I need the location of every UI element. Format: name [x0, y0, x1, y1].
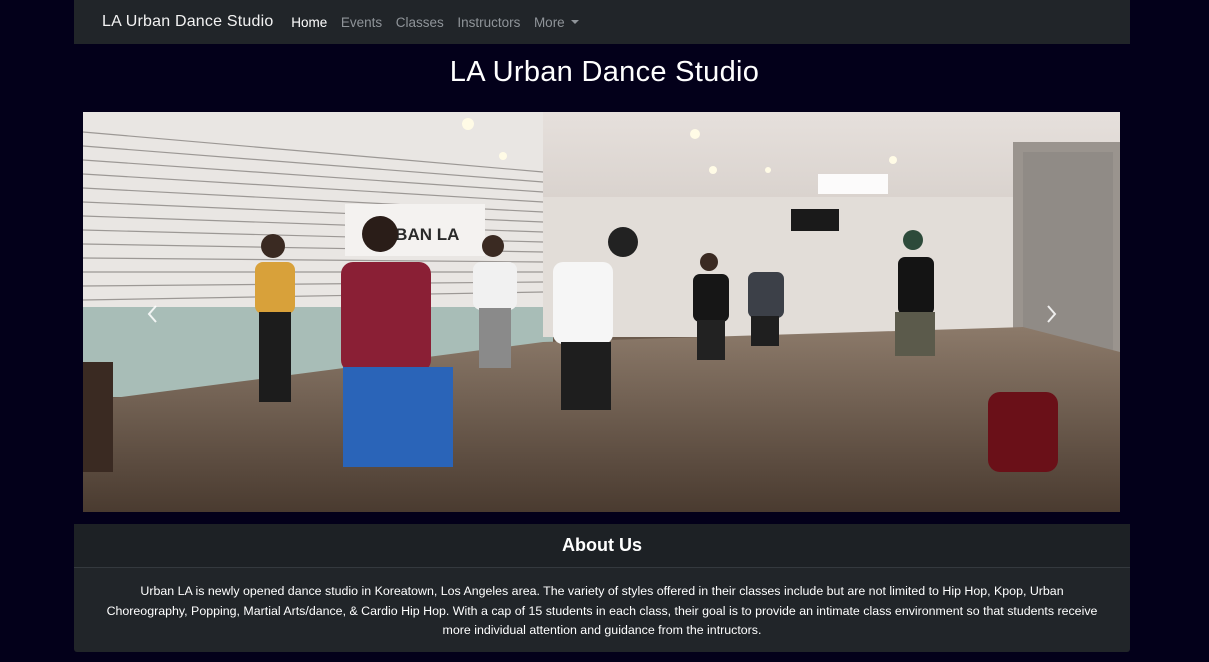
- nav-links: Home Events Classes Instructors More: [284, 15, 585, 30]
- navbar-brand[interactable]: LA Urban Dance Studio: [102, 13, 273, 31]
- nav-item-more-dropdown[interactable]: More: [527, 15, 585, 30]
- nav-item-classes[interactable]: Classes: [389, 15, 451, 30]
- page-title: LA Urban Dance Studio: [449, 56, 760, 88]
- caret-down-icon: [570, 19, 579, 24]
- carousel-prev-control[interactable]: [143, 302, 163, 326]
- nav-item-home[interactable]: Home: [284, 15, 334, 30]
- about-heading: About Us: [74, 524, 1130, 568]
- chevron-right-icon: [1047, 305, 1057, 323]
- about-text: Urban LA is newly opened dance studio in…: [106, 584, 1098, 637]
- about-card: About Us Urban LA is newly opened dance …: [74, 524, 1130, 652]
- image-carousel[interactable]: URBAN LA: [83, 112, 1120, 512]
- chevron-left-icon: [147, 305, 157, 323]
- nav-item-events[interactable]: Events: [334, 15, 389, 30]
- carousel-next-control[interactable]: [1041, 302, 1061, 326]
- nav-item-instructors[interactable]: Instructors: [451, 15, 528, 30]
- carousel-slide-image: URBAN LA: [83, 112, 1120, 512]
- top-navbar: LA Urban Dance Studio Home Events Classe…: [74, 0, 1130, 44]
- nav-item-more-label: More: [533, 14, 565, 30]
